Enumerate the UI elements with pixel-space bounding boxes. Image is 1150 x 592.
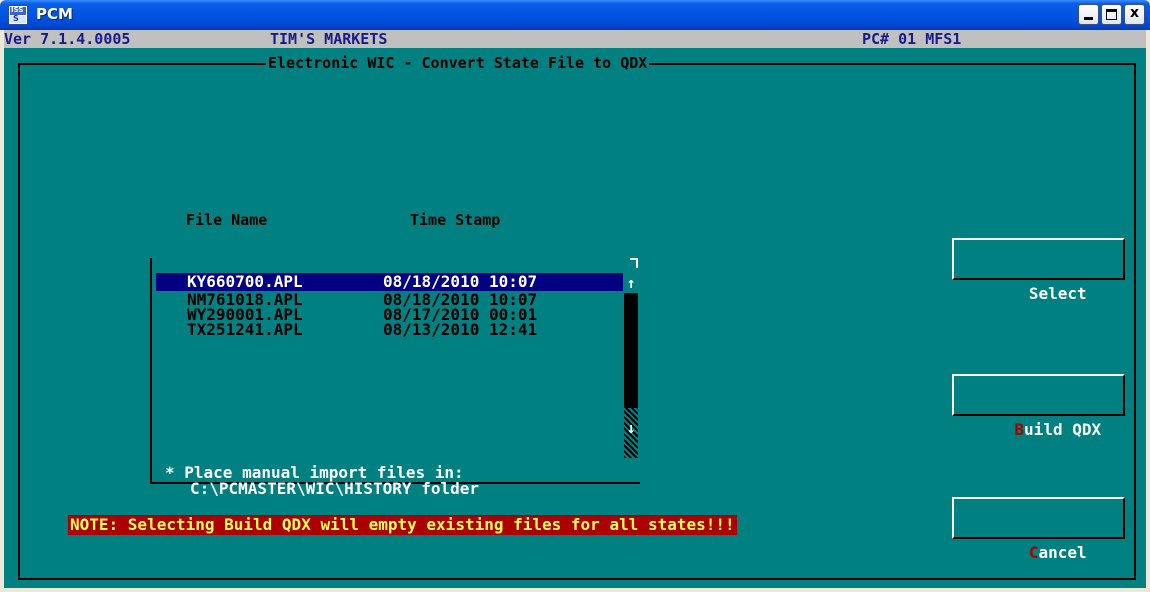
app-icon-text-top: ISS (11, 6, 24, 14)
scrollbar-thumb[interactable] (624, 293, 638, 408)
cancel-button[interactable]: Cancel (952, 497, 1125, 562)
window-title-bar[interactable]: ISS S PCM x (0, 0, 1150, 30)
screen-title: Electronic WIC - Convert State File to Q… (266, 54, 650, 72)
import-note-line-2: C:\PCMASTER\WIC\HISTORY folder (190, 479, 479, 498)
console-area: Ver 7.1.4.0005 TIM'S MARKETS PC# 01 MFS1… (4, 30, 1146, 588)
file-name: KY660700.APL (187, 272, 303, 291)
maximize-button[interactable] (1101, 4, 1122, 25)
cancel-hotkey: C (1028, 543, 1039, 562)
close-button[interactable]: x (1124, 4, 1145, 25)
minimize-icon (1084, 17, 1093, 20)
store-name: TIM'S MARKETS (270, 30, 388, 48)
status-header: Ver 7.1.4.0005 TIM'S MARKETS PC# 01 MFS1 (4, 30, 1146, 48)
scroll-up-arrow-icon[interactable]: ↑ (624, 274, 638, 292)
warning-message: NOTE: Selecting Build QDX will empty exi… (68, 515, 737, 535)
pc-label: PC# 01 MFS1 (862, 30, 962, 48)
close-icon: x (1129, 5, 1140, 21)
scroll-down-arrow-icon[interactable]: ↓ (624, 419, 638, 437)
app-icon-text-bottom: S (13, 14, 19, 23)
version-label: Ver 7.1.4.0005 (4, 30, 131, 48)
select-button-label: Select (1028, 284, 1087, 303)
list-box-corner-vertical (636, 258, 638, 268)
build-qdx-label: uild QDX (1024, 420, 1102, 439)
column-header-time-stamp: Time Stamp (410, 211, 501, 229)
build-qdx-hotkey: B (1014, 420, 1025, 439)
select-button[interactable]: Select (952, 238, 1125, 303)
minimize-button[interactable] (1078, 4, 1099, 25)
cancel-label: ancel (1038, 543, 1087, 562)
app-icon[interactable]: ISS S (8, 5, 28, 25)
file-row[interactable]: KY660700.APL 08/18/2010 10:07 (156, 273, 623, 291)
file-name: TX251241.APL (187, 320, 303, 339)
column-header-file-name: File Name (186, 211, 268, 229)
frame-bottom-border (18, 578, 1136, 580)
frame-right-border (1134, 63, 1136, 580)
file-timestamp: 08/13/2010 12:41 (383, 320, 538, 339)
window-title: PCM (36, 5, 73, 23)
frame-left-border (18, 63, 20, 580)
maximize-icon (1106, 9, 1117, 20)
file-timestamp: 08/18/2010 10:07 (383, 272, 538, 291)
build-qdx-button[interactable]: Build QDX (952, 374, 1125, 439)
file-row[interactable]: TX251241.APL 08/13/2010 12:41 (156, 321, 537, 339)
